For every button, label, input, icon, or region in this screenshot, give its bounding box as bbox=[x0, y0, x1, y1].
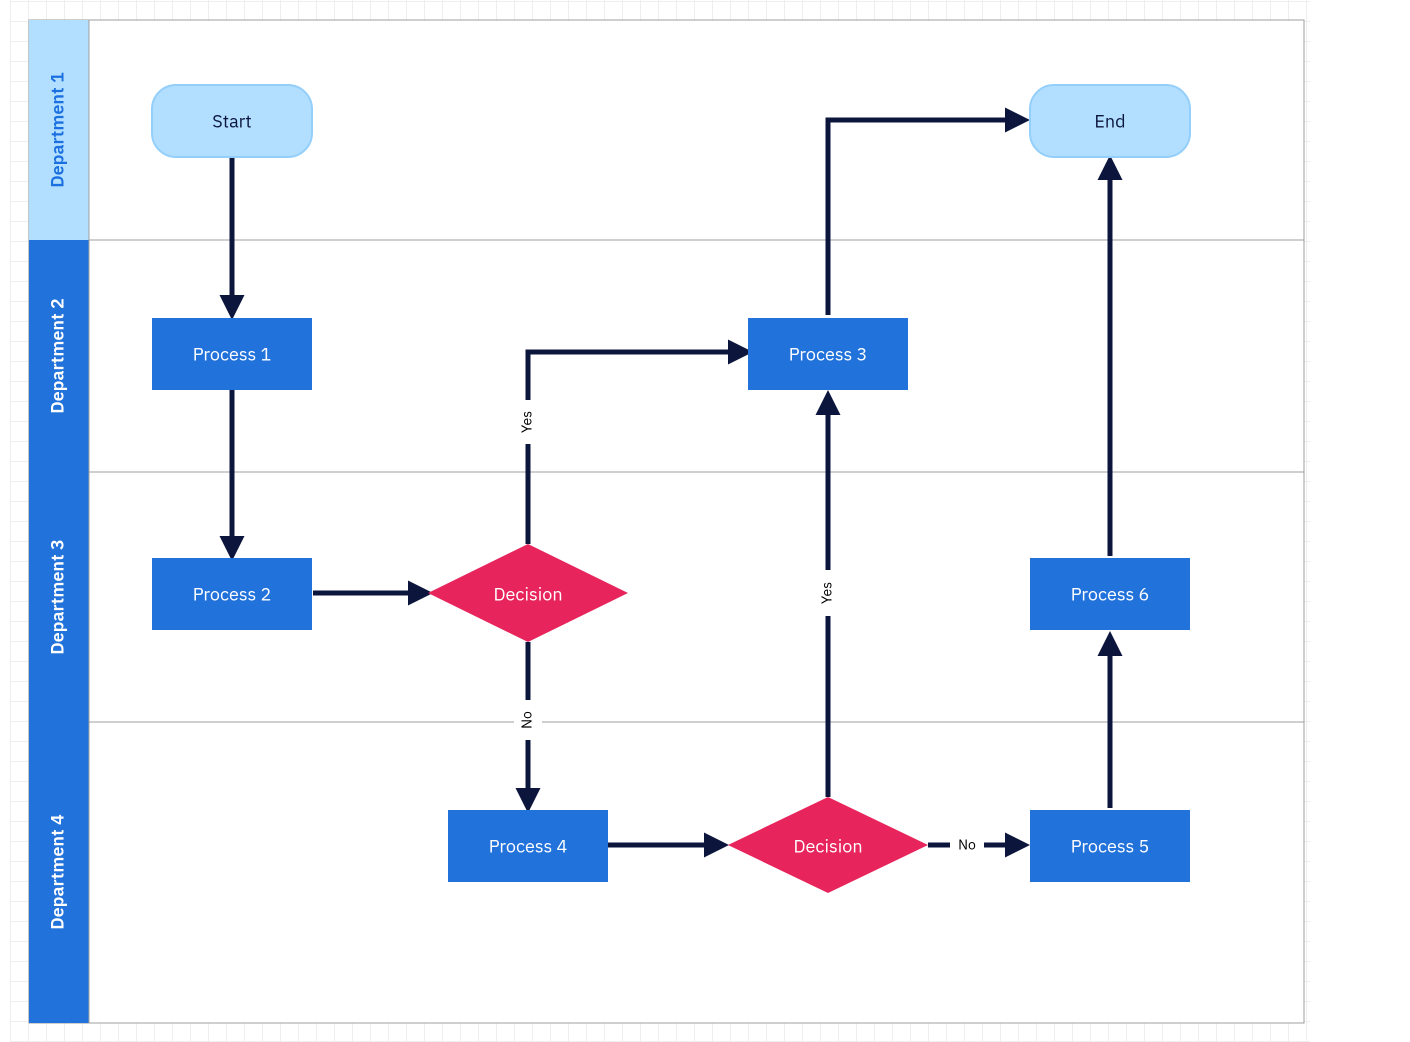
end-node-label: End bbox=[1094, 110, 1125, 133]
end-node[interactable]: End bbox=[1030, 85, 1190, 157]
process-3-node[interactable]: Process 3 bbox=[748, 318, 908, 390]
start-node-label: Start bbox=[212, 110, 251, 133]
process-3-label: Process 3 bbox=[789, 343, 868, 366]
process-2-label: Process 2 bbox=[193, 583, 272, 606]
process-6-node[interactable]: Process 6 bbox=[1030, 558, 1190, 630]
process-5-label: Process 5 bbox=[1071, 835, 1150, 858]
process-5-node[interactable]: Process 5 bbox=[1030, 810, 1190, 882]
process-1-label: Process 1 bbox=[193, 343, 272, 366]
decision-1-label: Decision bbox=[493, 583, 562, 606]
process-4-label: Process 4 bbox=[489, 835, 568, 858]
edge-d1-no-label: No bbox=[518, 711, 536, 729]
lane-3-label: Department 3 bbox=[46, 539, 69, 655]
process-6-label: Process 6 bbox=[1071, 583, 1150, 606]
edge-d1-yes-label: Yes bbox=[518, 411, 536, 433]
edge-d2-no-label: No bbox=[958, 836, 976, 854]
process-1-node[interactable]: Process 1 bbox=[152, 318, 312, 390]
decision-2-label: Decision bbox=[793, 835, 862, 858]
process-2-node[interactable]: Process 2 bbox=[152, 558, 312, 630]
lane-2-label: Department 2 bbox=[46, 298, 69, 414]
process-4-node[interactable]: Process 4 bbox=[448, 810, 608, 882]
lane-1-label: Department 1 bbox=[46, 72, 69, 188]
lane-4-label: Department 4 bbox=[46, 814, 69, 930]
swimlane-diagram[interactable]: Department 1 Department 2 Department 3 D… bbox=[10, 0, 1310, 1042]
start-node[interactable]: Start bbox=[152, 85, 312, 157]
edge-d2-yes-label: Yes bbox=[818, 582, 836, 604]
